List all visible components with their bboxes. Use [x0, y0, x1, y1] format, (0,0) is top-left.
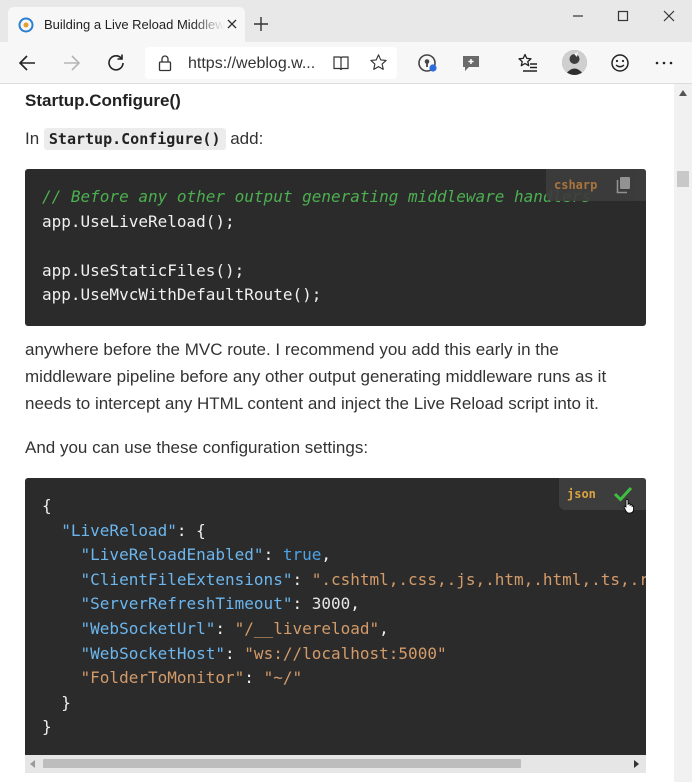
intro-suffix: add:: [225, 129, 264, 148]
minimize-icon[interactable]: [567, 6, 589, 26]
favorite-star-icon[interactable]: [369, 53, 388, 72]
code-punctuation: :: [292, 569, 312, 589]
paragraph: And you can use these configuration sett…: [25, 438, 369, 457]
json-value: 3000: [311, 594, 351, 614]
scroll-thumb[interactable]: [43, 759, 521, 768]
code-lines: { "LiveReload": { "LiveReloadEnabled": t…: [42, 494, 646, 740]
emoji-feedback-icon[interactable]: [609, 52, 631, 74]
json-key: "WebSocketUrl": [80, 618, 216, 638]
code-comment: // Before any other output generating mi…: [42, 187, 592, 206]
code-punctuation: : {: [176, 520, 206, 540]
mouse-cursor-icon: [623, 499, 634, 514]
code-line: app.UseStaticFiles();: [42, 260, 245, 280]
back-arrow-icon[interactable]: [17, 52, 39, 74]
json-value: "~/": [263, 668, 303, 688]
section-heading: Startup.Configure(): [25, 91, 181, 110]
json-key: "WebSocketHost": [80, 643, 226, 663]
json-value: ".cshtml,.css,.js,.htm,.html,.ts,.ra: [311, 569, 646, 589]
json-key: "ClientFileExtensions": [80, 569, 293, 589]
json-key: "LiveReload": [61, 520, 177, 540]
code-punctuation: :: [225, 643, 245, 663]
code-lines: // Before any other output generating mi…: [42, 185, 591, 308]
code-punctuation: :: [263, 545, 283, 565]
copy-icon[interactable]: [615, 176, 631, 194]
maximize-icon[interactable]: [612, 6, 634, 26]
forward-arrow-icon[interactable]: [60, 52, 82, 74]
code-punctuation: ,: [321, 545, 331, 565]
code-brace: }: [42, 717, 52, 737]
tab-close-icon[interactable]: [224, 16, 240, 32]
code-brace: {: [42, 496, 52, 515]
language-label: csharp: [554, 178, 598, 192]
code-block-json[interactable]: { "LiveReload": { "LiveReloadEnabled": t…: [25, 478, 646, 773]
more-menu-icon[interactable]: [653, 52, 675, 74]
close-window-icon[interactable]: [658, 6, 680, 26]
tab-strip: Building a Live Reload Middleware: [0, 0, 692, 42]
code-punctuation: :: [215, 618, 235, 638]
language-label: json: [567, 487, 596, 501]
url-text[interactable]: https://weblog.w...: [188, 55, 315, 73]
refresh-icon[interactable]: [105, 52, 127, 74]
code-block-csharp[interactable]: // Before any other output generating mi…: [25, 169, 646, 326]
paragraph: anywhere before the MVC route. I recomme…: [25, 340, 607, 413]
json-value: "/__livereload": [234, 618, 380, 638]
new-tab-icon[interactable]: [252, 15, 270, 33]
tab-title: Building a Live Reload Middleware: [44, 17, 224, 32]
code-punctuation: :: [292, 594, 312, 614]
page-content: Startup.Configure() In Startup.Configure…: [0, 84, 674, 782]
reading-view-icon[interactable]: [332, 54, 350, 72]
intro-paragraph: In Startup.Configure() add:: [25, 127, 263, 151]
code-brace: }: [61, 692, 71, 712]
scroll-left-arrow-icon[interactable]: [29, 760, 37, 768]
code-line: app.UseMvcWithDefaultRoute();: [42, 285, 322, 305]
json-value: true: [282, 545, 322, 565]
json-value: "ws://localhost:5000": [244, 643, 447, 663]
profile-avatar[interactable]: [562, 50, 587, 75]
code-punctuation: :: [244, 668, 264, 688]
scroll-right-arrow-icon[interactable]: [632, 760, 640, 768]
scroll-up-arrow-icon[interactable]: [679, 90, 687, 96]
site-favicon-icon: [18, 17, 34, 33]
language-tag: json: [559, 478, 646, 514]
favorites-list-icon[interactable]: [517, 52, 539, 74]
intro-prefix: In: [25, 129, 44, 148]
browser-tab[interactable]: Building a Live Reload Middleware: [8, 7, 245, 42]
json-key: "ServerRefreshTimeout": [80, 594, 293, 614]
code-punctuation: ,: [379, 618, 389, 638]
scroll-thumb[interactable]: [677, 171, 689, 187]
inline-code-startup-configure: Startup.Configure(): [43, 128, 226, 150]
json-key: "LiveReloadEnabled": [80, 545, 264, 565]
language-tag: csharp: [546, 169, 646, 201]
code-punctuation: ,: [350, 594, 360, 614]
address-bar[interactable]: https://weblog.w...: [145, 47, 397, 79]
feedback-icon[interactable]: [460, 52, 482, 74]
code-horizontal-scrollbar[interactable]: [25, 755, 646, 773]
avatar-icon: [562, 50, 587, 75]
json-key: "FolderToMonitor": [80, 668, 245, 688]
lock-icon[interactable]: [157, 54, 173, 72]
page-vertical-scrollbar[interactable]: [674, 84, 692, 782]
browser-toolbar: https://weblog.w...: [0, 42, 692, 84]
password-manager-icon[interactable]: [416, 52, 438, 74]
code-line: app.UseLiveReload();: [42, 211, 235, 231]
